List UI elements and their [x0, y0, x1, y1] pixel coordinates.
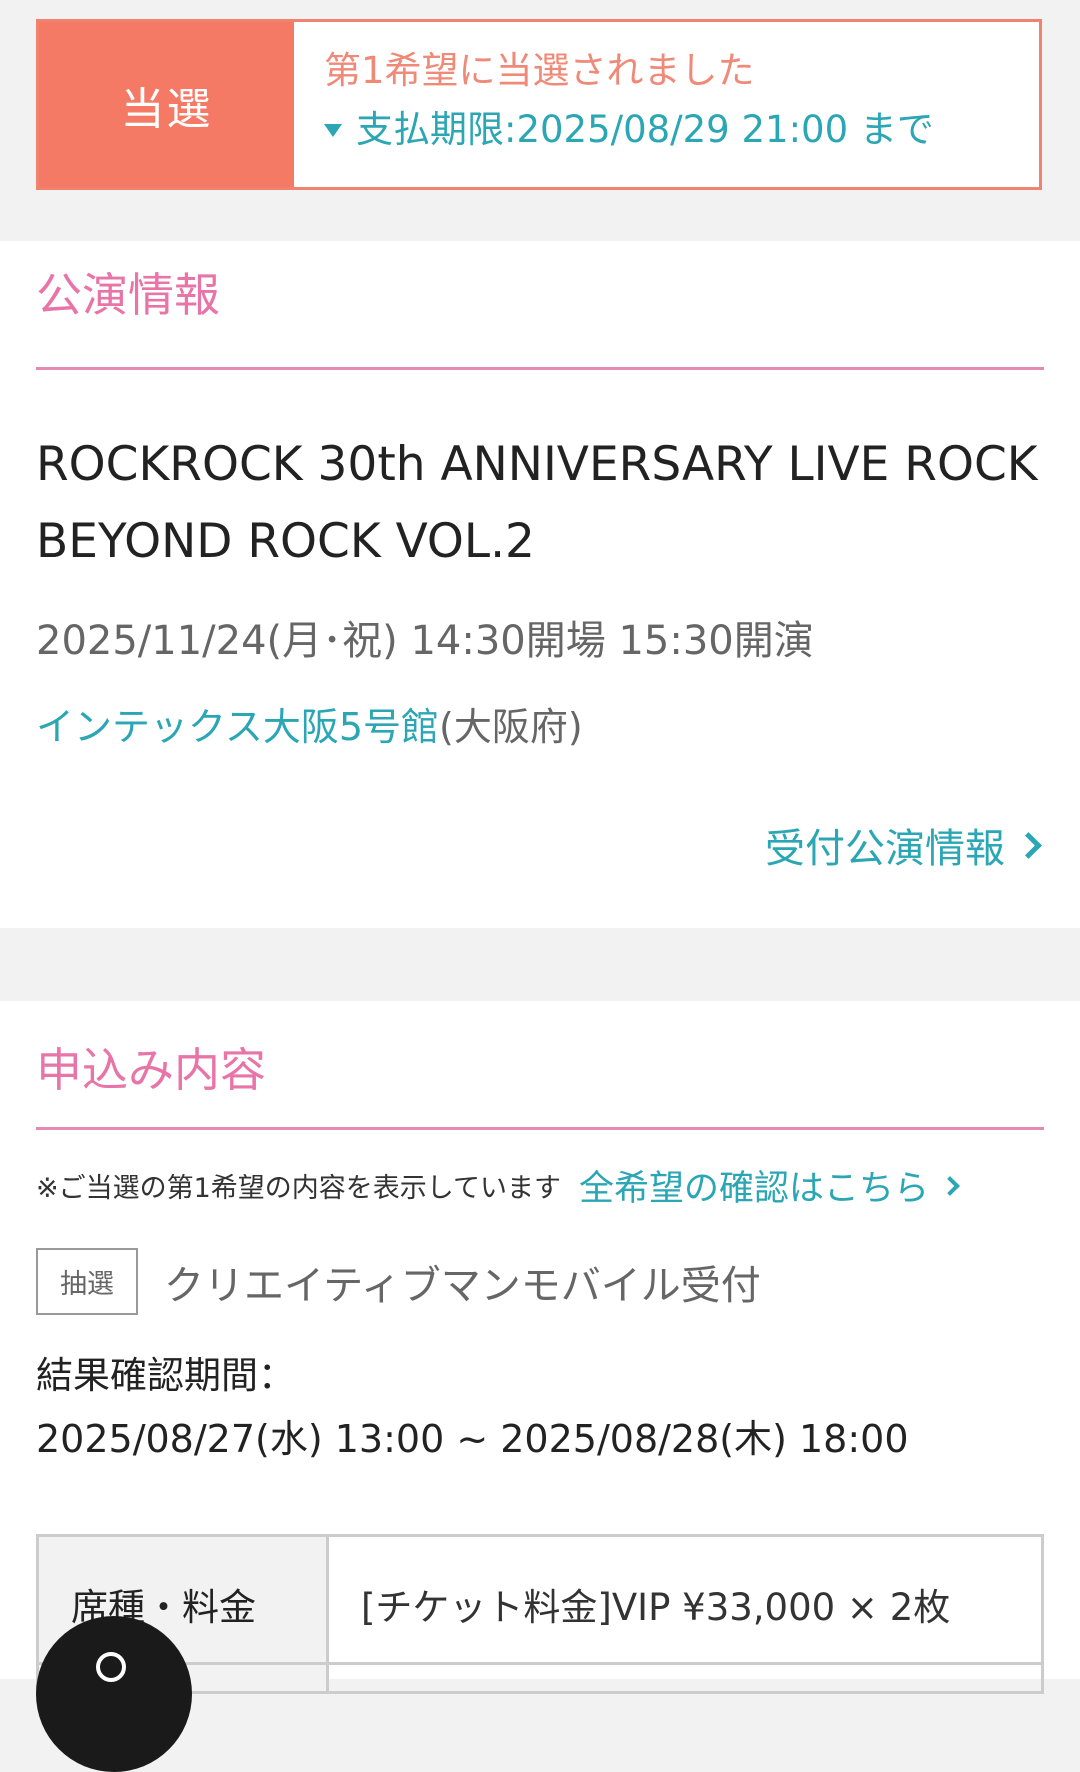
payment-deadline-toggle[interactable]: 支払期限:2025/08/29 21:00 まで	[324, 111, 934, 148]
event-info-heading: 公演情報	[36, 268, 220, 322]
lottery-badge: 抽選	[36, 1248, 138, 1315]
event-title: ROCKROCK 30th ANNIVERSARY LIVE ROCK BEYO…	[36, 437, 1038, 569]
seat-price-value: [チケット料金]VIP ¥33,000 × 2枚	[361, 1586, 951, 1629]
event-datetime: 2025/11/24(月･祝) 14:30開場 15:30開演	[36, 618, 814, 664]
reception-event-info-label: 受付公演情報	[765, 826, 1005, 872]
reception-event-info-link[interactable]: 受付公演情報	[765, 816, 1042, 874]
venue-prefecture: (大阪府)	[439, 705, 583, 749]
all-wishes-link[interactable]: 全希望の確認はこちら	[579, 1160, 960, 1211]
venue-line: インテックス大阪5号館(大阪府)	[36, 696, 583, 751]
heading-divider	[36, 367, 1044, 370]
lottery-result-banner: 当選 第1希望に当選されました 支払期限:2025/08/29 21:00 まで	[36, 19, 1042, 190]
heading-divider	[36, 1127, 1044, 1130]
status-title: 第1希望に当選されました	[324, 49, 755, 92]
help-icon	[96, 1652, 126, 1682]
caret-down-icon	[324, 124, 342, 137]
table-row-divider	[36, 1662, 1044, 1665]
note-row: ※ご当選の第1希望の内容を表示しています 全希望の確認はこちら	[36, 1160, 1044, 1211]
reception-row: 抽選 クリエイティブマンモバイル受付	[36, 1248, 761, 1315]
reception-name: クリエイティブマンモバイル受付	[164, 1262, 761, 1309]
application-section: 申込み内容 ※ご当選の第1希望の内容を表示しています 全希望の確認はこちら 抽選…	[0, 1001, 1080, 1694]
venue-link[interactable]: インテックス大阪5号館	[36, 705, 439, 749]
result-period-value: 2025/08/27(水) 13:00 ~ 2025/08/28(木) 18:0…	[36, 1417, 909, 1461]
display-note: ※ご当選の第1希望の内容を表示しています	[36, 1173, 561, 1204]
floating-help-button[interactable]	[36, 1616, 192, 1772]
result-period-label: 結果確認期間：	[36, 1354, 295, 1397]
all-wishes-label: 全希望の確認はこちら	[579, 1169, 930, 1209]
chevron-right-icon	[940, 1175, 960, 1196]
payment-deadline-text: 支払期限:2025/08/29 21:00 まで	[356, 108, 934, 151]
won-badge: 当選	[39, 22, 294, 187]
status-area: 当選 第1希望に当選されました 支払期限:2025/08/29 21:00 まで	[0, 0, 1080, 241]
application-heading: 申込み内容	[36, 1043, 266, 1097]
chevron-right-icon	[1015, 831, 1042, 859]
event-info-section: 公演情報 ROCKROCK 30th ANNIVERSARY LIVE ROCK…	[0, 241, 1080, 928]
status-text-block: 第1希望に当選されました 支払期限:2025/08/29 21:00 まで	[294, 22, 934, 187]
